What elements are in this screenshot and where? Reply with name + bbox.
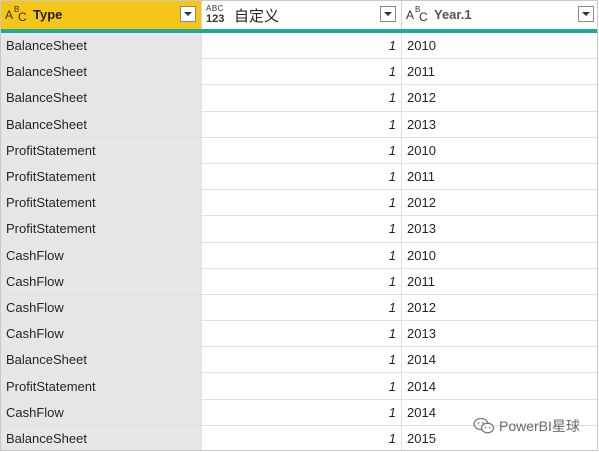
cell-custom[interactable]: 1 xyxy=(202,111,402,137)
text-type-icon[interactable]: ABC xyxy=(406,5,430,24)
cell-custom[interactable]: 1 xyxy=(202,190,402,216)
data-preview-grid: ABC Type ABC 123 自定义 ABC Year.1 BalanceSh… xyxy=(0,0,598,451)
table-row[interactable]: BalanceSheet 1 2011 xyxy=(1,59,597,86)
cell-custom[interactable]: 1 xyxy=(202,425,402,450)
cell-type[interactable]: BalanceSheet xyxy=(1,33,202,59)
table-body: BalanceSheet 1 2010 BalanceSheet 1 2011 Balanc… xyxy=(1,33,597,450)
filter-dropdown-button[interactable] xyxy=(180,6,196,22)
cell-type[interactable]: ProfitStatement xyxy=(1,216,202,242)
watermark: PowerBI星球 xyxy=(473,415,580,437)
cell-custom[interactable]: 1 xyxy=(202,137,402,163)
cell-type[interactable]: CashFlow xyxy=(1,242,202,268)
cell-custom[interactable]: 1 xyxy=(202,85,402,111)
cell-type[interactable]: BalanceSheet xyxy=(1,111,202,137)
cell-custom[interactable]: 1 xyxy=(202,399,402,425)
cell-custom[interactable]: 1 xyxy=(202,294,402,321)
table-row[interactable]: ProfitStatement 1 2013 xyxy=(1,216,597,243)
cell-year[interactable]: 2011 xyxy=(402,164,597,189)
table-row[interactable]: BalanceSheet 1 2013 xyxy=(1,111,597,138)
cell-type[interactable]: CashFlow xyxy=(1,399,202,425)
column-header-label: 自定义 xyxy=(234,8,280,25)
cell-type[interactable]: CashFlow xyxy=(1,268,202,294)
cell-year[interactable]: 2010 xyxy=(402,138,597,163)
cell-custom[interactable]: 1 xyxy=(202,373,402,399)
cell-custom[interactable]: 1 xyxy=(202,242,402,268)
column-header-custom[interactable]: ABC 123 自定义 xyxy=(202,1,402,29)
cell-type[interactable]: BalanceSheet xyxy=(1,425,202,450)
cell-year[interactable]: 2013 xyxy=(402,216,597,241)
cell-year[interactable]: 2010 xyxy=(402,33,597,58)
table-row[interactable]: BalanceSheet 1 2010 xyxy=(1,33,597,60)
cell-custom[interactable]: 1 xyxy=(202,59,402,85)
cell-custom[interactable]: 1 xyxy=(202,163,402,190)
cell-custom[interactable]: 1 xyxy=(202,321,402,347)
table-row[interactable]: ProfitStatement 1 2011 xyxy=(1,163,597,191)
filter-dropdown-button[interactable] xyxy=(578,6,594,22)
cell-type[interactable]: CashFlow xyxy=(1,294,202,321)
cell-year[interactable]: 2011 xyxy=(402,59,597,84)
cell-type[interactable]: ProfitStatement xyxy=(1,137,202,163)
table-row[interactable]: ProfitStatement 1 2014 xyxy=(1,373,597,400)
cell-year[interactable]: 2014 xyxy=(402,373,597,398)
cell-year[interactable]: 2012 xyxy=(402,85,597,110)
column-header-year[interactable]: ABC Year.1 xyxy=(402,1,597,29)
column-header-type[interactable]: ABC Type xyxy=(1,1,202,29)
cell-year[interactable]: 2013 xyxy=(402,112,597,137)
cell-type[interactable]: ProfitStatement xyxy=(1,373,202,399)
column-header-label: Year.1 xyxy=(434,7,472,22)
cell-type[interactable]: ProfitStatement xyxy=(1,190,202,216)
cell-type[interactable]: CashFlow xyxy=(1,321,202,347)
cell-type[interactable]: BalanceSheet xyxy=(1,59,202,85)
table-row[interactable]: CashFlow 1 2012 xyxy=(1,294,597,322)
cell-custom[interactable]: 1 xyxy=(202,33,402,59)
text-type-icon[interactable]: ABC xyxy=(5,5,29,24)
cell-year[interactable]: 2012 xyxy=(402,295,597,320)
cell-type[interactable]: BalanceSheet xyxy=(1,85,202,111)
cell-type[interactable]: BalanceSheet xyxy=(1,347,202,373)
table-row[interactable]: ProfitStatement 1 2012 xyxy=(1,190,597,217)
watermark-text: PowerBI星球 xyxy=(499,418,580,434)
table-row[interactable]: ProfitStatement 1 2010 xyxy=(1,137,597,164)
wechat-icon xyxy=(473,417,495,435)
table-row[interactable]: BalanceSheet 1 2012 xyxy=(1,85,597,112)
cell-custom[interactable]: 1 xyxy=(202,268,402,294)
filter-dropdown-button[interactable] xyxy=(380,6,396,22)
column-header-label: Type xyxy=(33,7,63,22)
cell-year[interactable]: 2013 xyxy=(402,321,597,346)
cell-year[interactable]: 2012 xyxy=(402,190,597,215)
cell-custom[interactable]: 1 xyxy=(202,347,402,373)
cell-year[interactable]: 2014 xyxy=(402,347,597,372)
table-row[interactable]: CashFlow 1 2011 xyxy=(1,268,597,295)
table-row[interactable]: BalanceSheet 1 2014 xyxy=(1,347,597,374)
cell-year[interactable]: 2010 xyxy=(402,243,597,268)
cell-custom[interactable]: 1 xyxy=(202,216,402,242)
table-row[interactable]: CashFlow 1 2013 xyxy=(1,321,597,348)
cell-year[interactable]: 2011 xyxy=(402,269,597,294)
any-type-icon[interactable]: ABC 123 xyxy=(206,4,230,25)
table-row[interactable]: CashFlow 1 2010 xyxy=(1,242,597,269)
column-header-row: ABC Type ABC 123 自定义 ABC Year.1 xyxy=(1,1,597,29)
cell-type[interactable]: ProfitStatement xyxy=(1,163,202,190)
